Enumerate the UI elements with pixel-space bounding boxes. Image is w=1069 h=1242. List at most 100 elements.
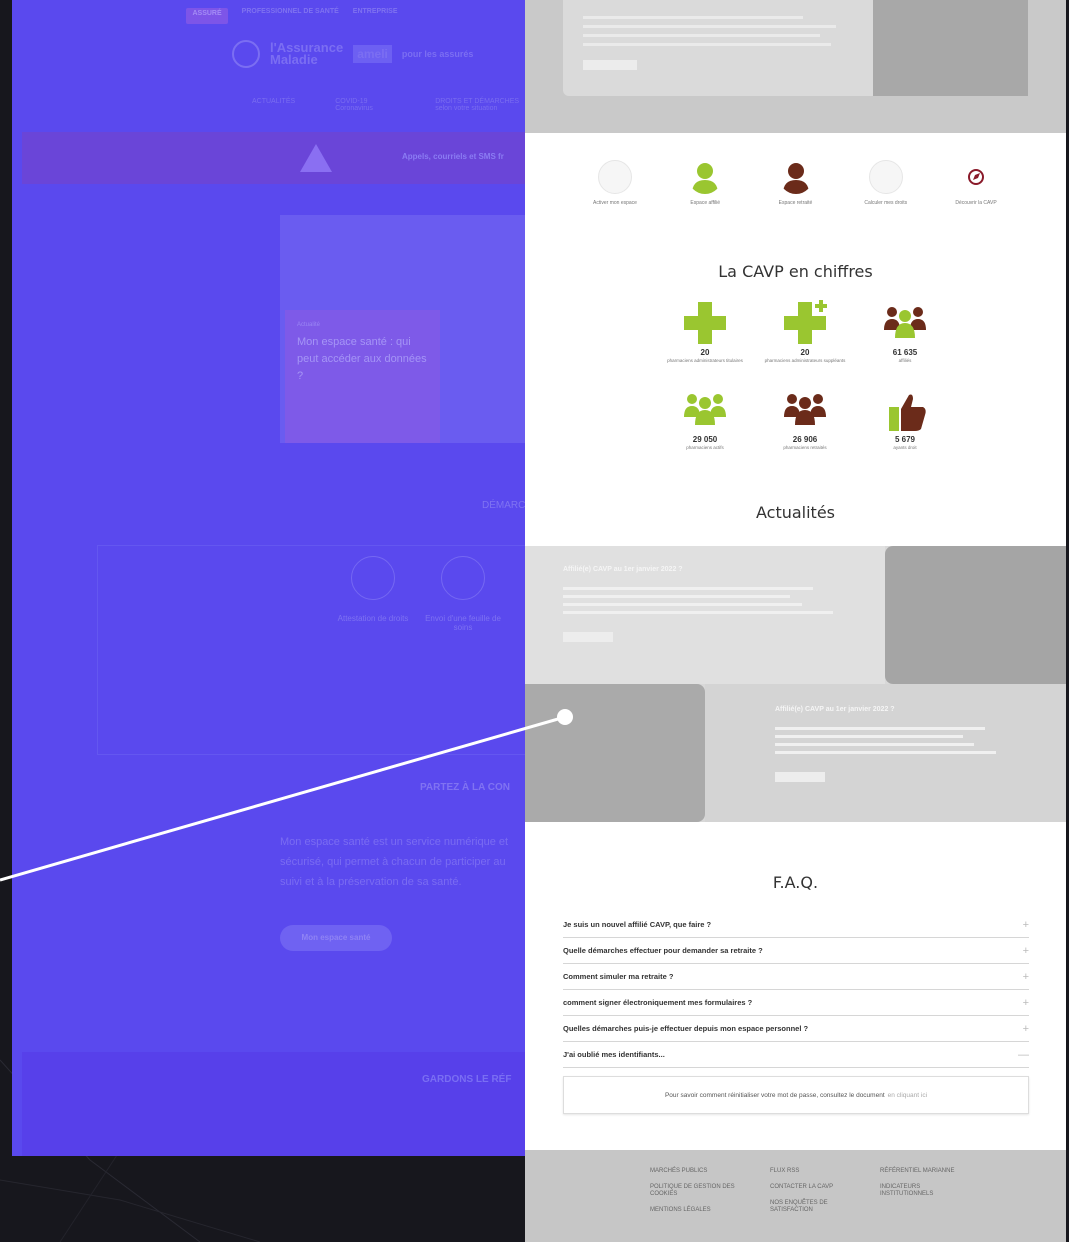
alert-banner: Appels, courriels et SMS fr — [22, 132, 572, 184]
plus-icon — [815, 300, 827, 312]
footer-link[interactable]: MARCHÉS PUBLICS — [650, 1168, 745, 1175]
demarches-heading: DÉMARC — [482, 500, 526, 511]
quick-links: Activer mon espace Espace affilié Espace… — [585, 160, 1006, 207]
footer-link[interactable]: FLUX RSS — [770, 1168, 855, 1175]
stat-label: affiliés — [898, 358, 912, 363]
ameli-nav: ACTUALITÉS COVID-19 Coronavirus DROITS E… — [252, 98, 525, 112]
footer-col-3: RÉFÉRENTIEL MARIANNE INDICATEURS INSTITU… — [880, 1168, 960, 1207]
stat-item: 26 906 pharmaciens retraités — [755, 385, 855, 450]
news-section: Affilié(e) CAVP au 1er janvier 2022 ? Af… — [525, 546, 1066, 822]
footer-link[interactable]: RÉFÉRENTIEL MARIANNE — [880, 1168, 960, 1175]
stat-label: ayants droit — [893, 445, 917, 450]
stat-label: pharmaciens administrateurs titulaires — [667, 358, 743, 363]
service-attestation[interactable]: Attestation de droits — [333, 556, 413, 623]
people-icon — [884, 307, 926, 338]
news-read-more-button[interactable] — [563, 632, 613, 642]
faq-answer-link[interactable]: en cliquant ici — [888, 1092, 927, 1099]
quick-link-activer[interactable]: Activer mon espace — [585, 160, 645, 207]
quick-link-label: Découvrir la CAVP — [955, 200, 997, 206]
services-box: Attestation de droits Envoi d'une feuill… — [97, 545, 537, 755]
topbar-entreprise[interactable]: ENTREPRISE — [353, 8, 398, 24]
hero-caption: Actualité Mon espace santé : qui peut ac… — [285, 310, 440, 443]
assurance-maladie-logo-icon — [232, 40, 260, 68]
activate-icon — [598, 160, 632, 194]
footer-link[interactable]: CONTACTER LA CAVP — [770, 1184, 855, 1191]
hero-title: Mon espace santé : qui peut accéder aux … — [297, 336, 427, 382]
footer-col-2: FLUX RSS CONTACTER LA CAVP NOS ENQUÊTES … — [770, 1168, 855, 1223]
document-icon — [351, 556, 395, 600]
nav-covid[interactable]: COVID-19 Coronavirus — [335, 98, 395, 112]
footer-link[interactable]: POLITIQUE DE GESTION DES COOKIES — [650, 1184, 745, 1198]
faq-item[interactable]: Quelles démarches puis-je effectuer depu… — [563, 1016, 1029, 1042]
faq-item-open[interactable]: J'ai oublié mes identifiants... — — [563, 1042, 1029, 1068]
stat-number: 20 — [700, 348, 710, 357]
stat-number: 61 635 — [892, 348, 918, 357]
faq-question: Comment simuler ma retraite ? — [563, 972, 674, 981]
faq-item[interactable]: Quelle démarches effectuer pour demander… — [563, 938, 1029, 964]
quick-link-decouvrir[interactable]: Découvrir la CAVP — [946, 160, 1006, 207]
user-green-icon — [692, 163, 719, 194]
mes-description: Mon espace santé est un service numériqu… — [280, 836, 509, 888]
faq-item[interactable]: comment signer électroniquement mes form… — [563, 990, 1029, 1016]
quick-link-retraite[interactable]: Espace retraité — [766, 160, 826, 207]
hero-kicker: Actualité — [297, 322, 321, 328]
service-feuille-soins[interactable]: Envoi d'une feuille de soins — [423, 556, 503, 632]
nav-actualites[interactable]: ACTUALITÉS — [252, 98, 295, 112]
calculator-icon — [868, 160, 903, 194]
stat-item: 20 pharmaciens administrateurs suppléant… — [755, 298, 855, 363]
quick-link-label: Activer mon espace — [593, 200, 637, 206]
stat-item: 5 679 ayants droit — [855, 385, 955, 450]
faq-question: Quelles démarches puis-je effectuer depu… — [563, 1024, 809, 1033]
stats-title: La CAVP en chiffres — [718, 262, 873, 281]
collapse-icon[interactable]: — — [1018, 1049, 1029, 1061]
hero-card[interactable]: Actualité Mon espace santé : qui peut ac… — [280, 215, 540, 443]
news-card-2-image — [525, 684, 705, 822]
news-read-more-button[interactable] — [775, 772, 825, 782]
faq-question: J'ai oublié mes identifiants... — [563, 1050, 665, 1059]
news-card-1-image — [885, 546, 1066, 684]
gardons-heading: GARDONS LE RÉF — [422, 1074, 512, 1085]
top-news-card — [563, 0, 878, 96]
expand-icon[interactable]: + — [1023, 1023, 1029, 1035]
cross-icon — [684, 302, 726, 344]
topbar-assure[interactable]: ASSURÉ — [186, 8, 228, 24]
quick-link-calculer[interactable]: Calculer mes droits — [856, 160, 916, 207]
brand-name: l'Assurance Maladie — [270, 41, 343, 67]
people-brown-icon — [784, 394, 826, 425]
quick-link-label: Calculer mes droits — [864, 200, 908, 206]
faq-list: Je suis un nouvel affilié CAVP, que fair… — [563, 912, 1029, 1114]
faq-question: comment signer électroniquement mes form… — [563, 998, 753, 1007]
faq-item[interactable]: Je suis un nouvel affilié CAVP, que fair… — [563, 912, 1029, 938]
expand-icon[interactable]: + — [1023, 997, 1029, 1009]
stat-item: 20 pharmaciens administrateurs titulaire… — [655, 298, 755, 363]
ameli-logo: ameli — [353, 45, 392, 63]
footer-link[interactable]: INDICATEURS INSTITUTIONNELS — [880, 1184, 960, 1198]
expand-icon[interactable]: + — [1023, 919, 1029, 931]
topbar-pro[interactable]: PROFESSIONNEL DE SANTÉ — [242, 8, 339, 24]
faq-title: F.A.Q. — [772, 873, 819, 892]
compass-icon — [968, 169, 984, 185]
expand-icon[interactable]: + — [1023, 945, 1029, 957]
stat-label: pharmaciens actifs — [686, 445, 724, 450]
nav-droits[interactable]: DROITS ET DÉMARCHES selon votre situatio… — [435, 98, 525, 112]
expand-icon[interactable]: + — [1023, 971, 1029, 983]
quick-link-affilie[interactable]: Espace affilié — [675, 160, 735, 207]
faq-item[interactable]: Comment simuler ma retraite ? + — [563, 964, 1029, 990]
user-brown-icon — [782, 163, 809, 194]
stat-label: pharmaciens administrateurs suppléants — [764, 358, 846, 363]
people-green-icon — [684, 394, 726, 425]
brand-line-2: Maladie — [270, 52, 318, 67]
top-news-button[interactable] — [583, 60, 637, 70]
news-card-1[interactable]: Affilié(e) CAVP au 1er janvier 2022 ? — [525, 546, 885, 684]
ameli-screenshot: ASSURÉ PROFESSIONNEL DE SANTÉ ENTREPRISE… — [12, 0, 572, 1156]
faq-question: Je suis un nouvel affilié CAVP, que fair… — [563, 920, 712, 929]
stat-number: 20 — [800, 348, 810, 357]
footer-link[interactable]: NOS ENQUÊTES DE SATISFACTION — [770, 1200, 855, 1214]
news-card-title: Affilié(e) CAVP au 1er janvier 2022 ? — [563, 566, 683, 573]
footer-link[interactable]: MENTIONS LÉGALES — [650, 1207, 745, 1214]
partez-heading: PARTEZ À LA CON — [420, 782, 510, 793]
stat-item: 29 050 pharmaciens actifs — [655, 385, 755, 450]
mon-espace-sante-button[interactable]: Mon espace santé — [280, 925, 392, 951]
faq-answer-text: Pour savoir comment réinitialiser votre … — [664, 1091, 885, 1099]
news-card-2[interactable]: Affilié(e) CAVP au 1er janvier 2022 ? — [705, 684, 1066, 822]
